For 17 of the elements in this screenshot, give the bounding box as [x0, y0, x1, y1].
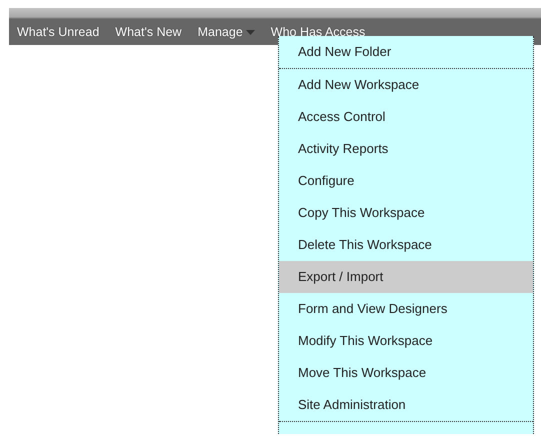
nav-link[interactable]: Manage — [198, 25, 255, 39]
nav-link[interactable]: Who Has Access — [270, 25, 366, 39]
menu-item[interactable]: Move This Workspace — [279, 357, 533, 389]
menu-item[interactable]: Export / Import — [279, 261, 533, 293]
menu-item[interactable]: Access Control — [279, 101, 533, 133]
menu-item[interactable]: Delete This Workspace — [279, 229, 533, 261]
menu-item[interactable]: Activity Reports — [279, 133, 533, 165]
menu-item[interactable]: Add New Workspace — [279, 69, 533, 101]
menu-item[interactable]: Modify This Workspace — [279, 325, 533, 357]
menu-item[interactable]: Copy This Workspace — [279, 197, 533, 229]
menu-item[interactable]: Form and View Designers — [279, 293, 533, 325]
menu-item[interactable]: Add New Folder — [279, 36, 533, 69]
menu-item[interactable]: Configure — [279, 165, 533, 197]
nav-link[interactable]: What's New — [115, 25, 182, 39]
nav-link[interactable]: What's Unread — [17, 25, 100, 39]
caret-icon — [246, 30, 255, 34]
menu-item[interactable]: Site Administration — [279, 389, 533, 422]
